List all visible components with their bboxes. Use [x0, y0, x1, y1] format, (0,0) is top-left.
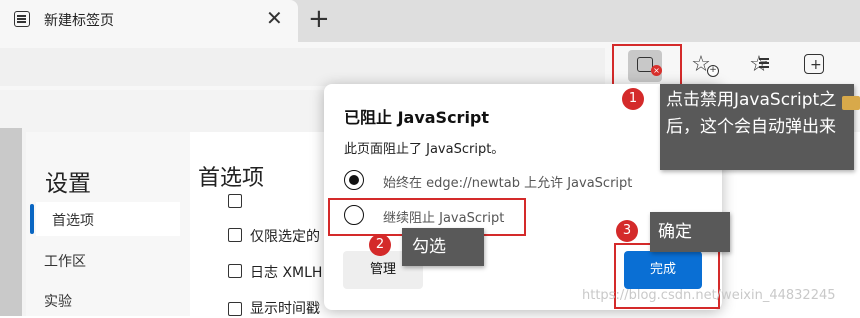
watermark: https://blog.csdn.net/weixin_44832245 — [582, 288, 836, 303]
option-checkbox[interactable] — [228, 264, 242, 278]
new-tab-button[interactable]: + — [308, 3, 330, 35]
add-plus-icon: + — [707, 65, 719, 77]
step-badge-2: 2 — [369, 234, 391, 256]
tab-title: 新建标签页 — [44, 13, 114, 29]
page-title: 首选项 — [198, 166, 265, 191]
settings-title: 设置 — [45, 171, 91, 197]
popup-title: 已阻止 JavaScript — [344, 108, 490, 127]
address-bar[interactable] — [0, 48, 605, 86]
option-label: 显示时间戳 — [250, 301, 320, 317]
popup-description: 此页面阻止了 JavaScript。 — [344, 142, 505, 157]
favorites-lines-icon — [759, 58, 769, 60]
callout-step-1: 点击禁用JavaScript之后，这个会自动弹出来 — [660, 84, 854, 170]
step-badge-1: 1 — [622, 88, 644, 110]
page-icon — [14, 11, 30, 27]
scrollbar[interactable] — [0, 128, 22, 316]
close-icon[interactable]: ✕ — [266, 6, 283, 30]
step-badge-3: 3 — [616, 220, 638, 242]
option-label: 日志 XMLH — [250, 265, 323, 281]
option-checkbox[interactable] — [228, 228, 242, 242]
nav-active-indicator — [30, 204, 34, 234]
option-checkbox[interactable] — [228, 194, 242, 208]
nav-item-preferences[interactable]: 首选项 — [52, 210, 94, 230]
radio-allow-label[interactable]: 始终在 edge://newtab 上允许 JavaScript — [383, 172, 632, 191]
folder-icon — [842, 96, 860, 110]
collections-plus-icon: + — [810, 57, 822, 73]
nav-item-experiments[interactable]: 实验 — [44, 291, 72, 311]
highlight-js-button — [612, 44, 682, 86]
option-checkbox[interactable] — [228, 302, 242, 316]
favorites-icon[interactable]: ☆ — [746, 52, 772, 78]
option-label: 仅限选定的 — [250, 229, 320, 245]
radio-selected-dot — [349, 175, 359, 185]
nav-item-workspace[interactable]: 工作区 — [44, 251, 86, 271]
callout-step-3: 确定 — [650, 212, 730, 252]
callout-step-2: 勾选 — [402, 228, 484, 266]
